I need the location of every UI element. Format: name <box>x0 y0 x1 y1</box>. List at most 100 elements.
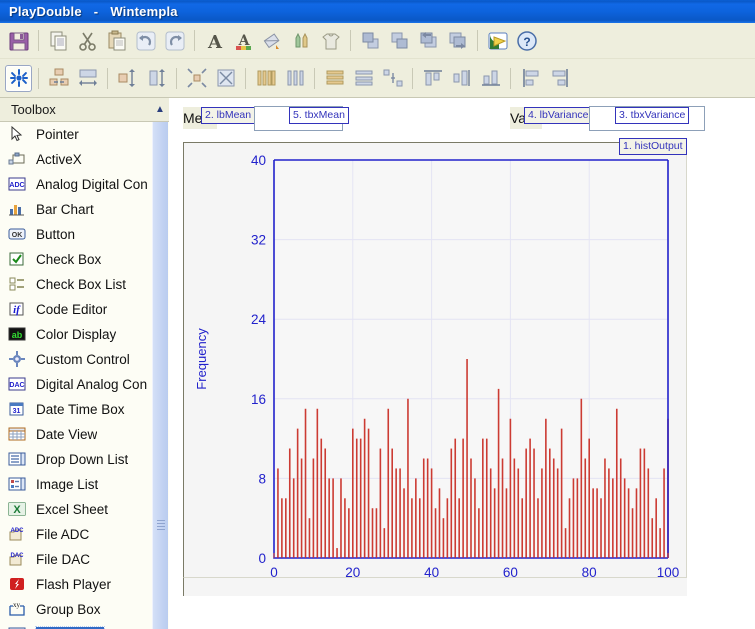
shirt-icon[interactable] <box>317 27 344 54</box>
y-tick-label: 8 <box>258 471 266 486</box>
same-width-icon[interactable] <box>143 65 170 92</box>
align-tops-icon[interactable] <box>419 65 446 92</box>
run-icon[interactable] <box>484 27 511 54</box>
template-name: Wintempla <box>110 4 178 19</box>
font-icon[interactable]: A <box>201 27 228 54</box>
same-height-icon[interactable] <box>114 65 141 92</box>
toolbox-item-label: Group Box <box>36 602 101 617</box>
toolbox-item-image-list[interactable]: Image List <box>0 472 169 497</box>
tag-lb-variance[interactable]: 4. lbVariance <box>524 107 593 124</box>
toolbox-item-button[interactable]: OK Button <box>0 222 169 247</box>
space-horizontal-equal-icon[interactable] <box>321 65 348 92</box>
toolbox-item-bar-chart[interactable]: Bar Chart <box>0 197 169 222</box>
toolbar-separator <box>412 67 413 89</box>
toolbox-item-digital-analog-con[interactable]: DAC Digital Analog Con <box>0 372 169 397</box>
tag-tbx-variance[interactable]: 3. tbxVariance <box>615 107 690 124</box>
designer-surface[interactable]: Mean 2. lbMean 5. tbxMean Variance 4. lb… <box>169 98 755 629</box>
toolbox-item-code-editor[interactable]: if Code Editor <box>0 297 169 322</box>
y-tick-label: 16 <box>251 392 266 407</box>
title-bar: PlayDouble - Wintempla <box>0 0 755 23</box>
svg-text:ab: ab <box>12 330 23 340</box>
copy-icon[interactable] <box>45 27 72 54</box>
center-horizontally-icon[interactable] <box>379 65 406 92</box>
redo-icon[interactable] <box>161 27 188 54</box>
toolbox-scrollbar[interactable]: ▲ <box>152 98 168 629</box>
toolbox-item-date-time-box[interactable]: 31 Date Time Box <box>0 397 169 422</box>
toolbox-item-pointer[interactable]: Pointer <box>0 122 169 147</box>
toolbox-item-check-box-list[interactable]: Check Box List <box>0 272 169 297</box>
bar-chart-icon <box>8 201 28 218</box>
toolbox-item-activex[interactable]: ActiveX <box>0 147 169 172</box>
y-tick-label: 32 <box>251 233 266 248</box>
toolbox-item-custom-control[interactable]: Custom Control <box>0 347 169 372</box>
toolbar-separator <box>176 67 177 89</box>
toolbox-item-label: File DAC <box>36 552 91 567</box>
toolbar-separator <box>194 30 195 51</box>
space-horizontal-icon[interactable] <box>350 65 377 92</box>
send-to-back-icon[interactable] <box>444 27 471 54</box>
toolbox-header: Toolbox <box>0 98 169 122</box>
histogram-plot: 0 8 16 24 32 40 0 20 40 60 80 100 Frequency <box>184 143 686 580</box>
align-bottoms-icon[interactable] <box>477 65 504 92</box>
chevron-up-icon[interactable]: ▲ <box>152 98 168 122</box>
size-to-grid-icon[interactable] <box>212 65 239 92</box>
tag-lb-mean[interactable]: 2. lbMean <box>201 107 256 124</box>
toolbox-item-label: Date View <box>36 427 98 442</box>
toolbox-panel: Toolbox Pointer ActiveX ADC Analog Digital … <box>0 98 170 629</box>
send-backward-icon[interactable] <box>386 27 413 54</box>
space-vertical-icon[interactable] <box>281 65 308 92</box>
cut-icon[interactable] <box>74 27 101 54</box>
toolbox-item-label: Analog Digital Con <box>36 177 148 192</box>
paste-icon[interactable] <box>103 27 130 54</box>
toolbox-item-label: Check Box List <box>36 277 127 292</box>
date-time-box-icon: 31 <box>8 401 28 418</box>
tag-hist-output[interactable]: 1. histOutput <box>619 138 687 155</box>
pencils-icon[interactable] <box>288 27 315 54</box>
toolbox-item-check-box[interactable]: Check Box <box>0 247 169 272</box>
toolbox-item-analog-digital-con[interactable]: ADC Analog Digital Con <box>0 172 169 197</box>
toolbox-item-drop-down-list[interactable]: Drop Down List <box>0 447 169 472</box>
space-vertical-equal-icon[interactable] <box>252 65 279 92</box>
x-tick-label: 40 <box>424 565 439 579</box>
toolbox-item-excel-sheet[interactable]: X Excel Sheet <box>0 497 169 522</box>
font-color-icon[interactable]: A <box>230 27 257 54</box>
align-horizontal-icon[interactable] <box>45 65 72 92</box>
toolbox-item-flash-player[interactable]: Flash Player <box>0 572 169 597</box>
toolbox-item-label: Button <box>36 227 76 242</box>
toolbox-item-file-dac[interactable]: DAC File DAC <box>0 547 169 572</box>
toolbar-primary: A A ? <box>0 23 755 59</box>
drop-down-list-icon <box>8 451 28 468</box>
histogram-control[interactable]: 0 8 16 24 32 40 0 20 40 60 80 100 Frequency <box>183 142 687 580</box>
toolbox-item-group-box[interactable]: xy Group Box <box>0 597 169 622</box>
toolbar-separator <box>477 30 478 51</box>
svg-text:ADC: ADC <box>11 528 25 534</box>
toolbox-scroll-thumb[interactable] <box>157 520 165 532</box>
flash-player-icon <box>8 576 28 593</box>
tag-tbx-mean[interactable]: 5. tbxMean <box>289 107 349 124</box>
bring-forward-icon[interactable] <box>357 27 384 54</box>
snap-icon[interactable] <box>5 64 32 92</box>
toolbox-item-label: File ADC <box>36 527 90 542</box>
toolbox-item-list[interactable]: Pointer ActiveX ADC Analog Digital Con Bar C… <box>0 122 169 629</box>
size-to-fit-icon[interactable] <box>183 65 210 92</box>
toolbox-item-histogram[interactable]: Histogram <box>0 622 169 629</box>
excel-sheet-icon: X <box>8 501 28 518</box>
save-icon[interactable] <box>5 27 32 54</box>
code-editor-icon: if <box>8 301 28 318</box>
toolbox-item-date-view[interactable]: Date View <box>0 422 169 447</box>
align-lefts-icon[interactable] <box>517 65 544 92</box>
bring-to-front-icon[interactable] <box>415 27 442 54</box>
align-middles-icon[interactable] <box>448 65 475 92</box>
toolbox-item-color-display[interactable]: ab Color Display <box>0 322 169 347</box>
x-tick-label: 100 <box>657 565 680 579</box>
align-vertical-icon[interactable] <box>74 65 101 92</box>
toolbox-scroll-track[interactable] <box>152 122 168 629</box>
fill-color-icon[interactable] <box>259 27 286 54</box>
activex-icon <box>8 151 28 168</box>
align-rights-icon[interactable] <box>546 65 573 92</box>
help-icon[interactable]: ? <box>513 27 540 54</box>
undo-icon[interactable] <box>132 27 159 54</box>
toolbox-item-label: Image List <box>36 477 99 492</box>
toolbox-item-file-adc[interactable]: ADC File ADC <box>0 522 169 547</box>
toolbox-item-label: Date Time Box <box>36 402 125 417</box>
